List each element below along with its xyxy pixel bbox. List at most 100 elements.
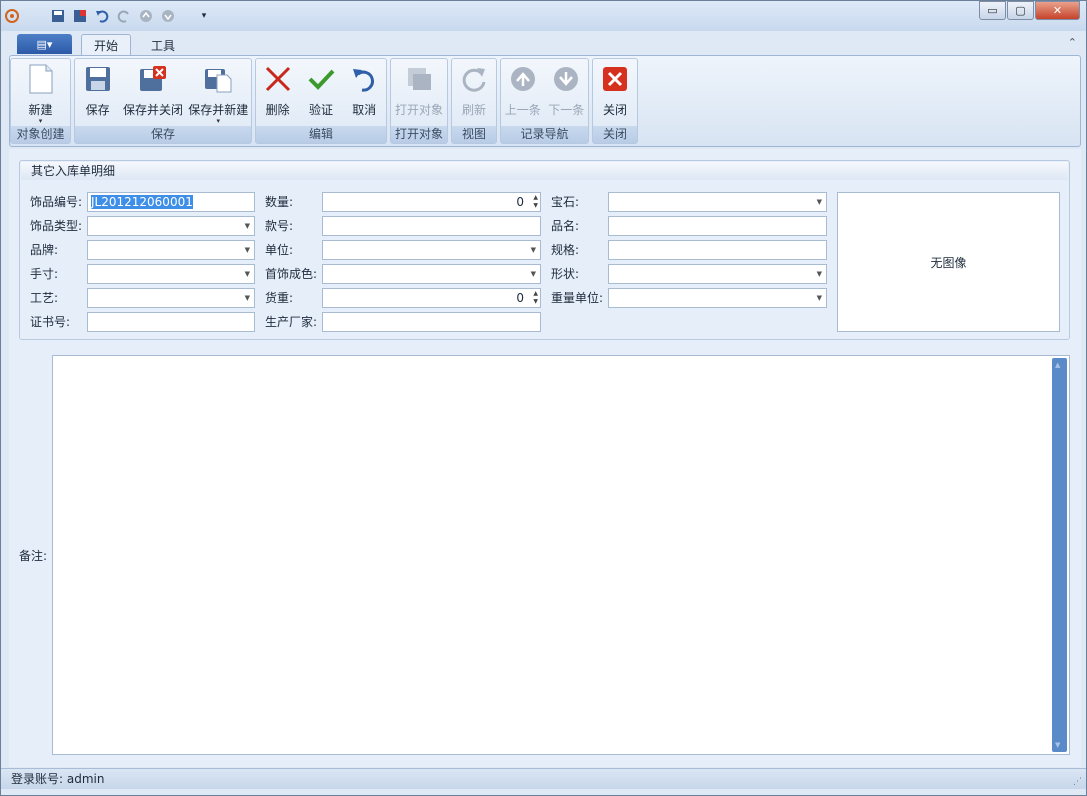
new-button[interactable]: 新建 ▾ xyxy=(21,59,61,127)
product-name-label: 品名: xyxy=(551,219,580,233)
save-new-dropdown-icon: ▾ xyxy=(216,117,221,125)
group-create: 新建 ▾ 对象创建 xyxy=(10,58,71,144)
validate-button[interactable]: 验证 xyxy=(301,59,341,127)
floppy-close-icon xyxy=(137,63,169,95)
chevron-down-icon: ▼ xyxy=(244,222,250,230)
item-code-input[interactable]: JL201212060001 xyxy=(87,192,255,212)
item-type-select[interactable]: ▼ xyxy=(87,216,255,236)
save-new-label: 保存并新建 xyxy=(188,103,249,117)
previous-record-button[interactable]: 上一条 xyxy=(503,59,543,127)
open-object-icon xyxy=(403,63,435,95)
cancel-button[interactable]: 取消 xyxy=(344,59,384,127)
tab-start[interactable]: 开始 xyxy=(81,34,132,56)
shape-select[interactable]: ▼ xyxy=(608,264,827,284)
group-save-title: 保存 xyxy=(75,126,251,143)
save-button[interactable]: 保存 xyxy=(78,59,118,127)
style-no-input[interactable] xyxy=(322,216,541,236)
no-image-text: 无图像 xyxy=(930,255,967,270)
hand-size-select[interactable]: ▼ xyxy=(87,264,255,284)
save-close-button[interactable]: 保存并关闭 xyxy=(123,59,183,127)
groupbox-title: 其它入库单明细 xyxy=(21,162,1068,180)
scroll-down-icon[interactable]: ▼ xyxy=(1055,741,1060,749)
undo-icon[interactable] xyxy=(93,7,111,25)
spin-arrows-icon[interactable]: ▲ ▼ xyxy=(533,290,538,306)
remark-label: 备注: xyxy=(19,549,48,563)
form-area: 其它入库单明细 饰品编号: JL201212060001 饰品类型: ▼ 品牌:… xyxy=(9,149,1081,767)
quantity-spinner[interactable]: 0 ▲ ▼ xyxy=(322,192,541,212)
close-window-button[interactable]: ✕ xyxy=(1035,1,1080,20)
gem-select[interactable]: ▼ xyxy=(608,192,827,212)
app-logo-icon[interactable] xyxy=(3,7,21,25)
remark-textarea[interactable]: ▲ ▼ xyxy=(52,355,1070,755)
scroll-up-icon[interactable]: ▲ xyxy=(1055,361,1060,369)
item-code-value: JL201212060001 xyxy=(91,195,193,209)
chevron-down-icon: ▼ xyxy=(244,270,250,278)
login-account-text: 登录账号: admin xyxy=(11,772,105,786)
maximize-button[interactable]: ▢ xyxy=(1007,1,1034,20)
tab-tools[interactable]: 工具 xyxy=(139,34,187,56)
save-close-icon[interactable] xyxy=(71,7,89,25)
group-view-title: 视图 xyxy=(452,126,496,143)
manufacturer-label: 生产厂家: xyxy=(265,315,318,329)
floppy-new-icon xyxy=(202,63,234,95)
group-edit-title: 编辑 xyxy=(256,126,386,143)
quantity-label: 数量: xyxy=(265,195,294,209)
save-close-label: 保存并关闭 xyxy=(122,103,183,117)
new-label: 新建 xyxy=(28,103,53,117)
refresh-icon xyxy=(458,63,490,95)
resize-grip-icon[interactable]: ⋰ xyxy=(1073,772,1082,792)
previous-record-label: 上一条 xyxy=(504,103,541,117)
spin-arrows-icon[interactable]: ▲ ▼ xyxy=(533,194,538,210)
customize-icon[interactable]: ▾ xyxy=(195,7,213,25)
cert-no-input[interactable] xyxy=(87,312,255,332)
purity-select[interactable]: ▼ xyxy=(322,264,541,284)
vertical-scrollbar[interactable]: ▲ ▼ xyxy=(1052,358,1067,752)
group-open: 打开对象 打开对象 xyxy=(390,58,448,144)
delete-button[interactable]: 删除 xyxy=(258,59,298,127)
group-close: 关闭 关闭 xyxy=(592,58,638,144)
chevron-down-icon: ▼ xyxy=(244,246,250,254)
app-window: ▾ ▭ ▢ ✕ ▤▾ 开始 工具 ⌃ 新建 ▾ 对象创建 保存 保存并关闭 保存… xyxy=(0,0,1087,796)
unit-select[interactable]: ▼ xyxy=(322,240,541,260)
minimize-button[interactable]: ▭ xyxy=(979,1,1006,20)
chevron-down-icon: ▼ xyxy=(530,270,536,278)
group-save: 保存 保存并关闭 保存并新建 ▾ 保存 xyxy=(74,58,252,144)
product-name-input[interactable] xyxy=(608,216,827,236)
item-type-label: 饰品类型: xyxy=(30,219,83,233)
close-button[interactable]: 关闭 xyxy=(595,59,635,127)
save-new-button[interactable]: 保存并新建 ▾ xyxy=(188,59,248,127)
spec-input[interactable] xyxy=(608,240,827,260)
gem-label: 宝石: xyxy=(551,195,580,209)
group-create-title: 对象创建 xyxy=(11,126,70,143)
goods-weight-spinner[interactable]: 0 ▲ ▼ xyxy=(322,288,541,308)
brand-select[interactable]: ▼ xyxy=(87,240,255,260)
collapse-ribbon-icon[interactable]: ⌃ xyxy=(1068,36,1077,49)
down-icon[interactable] xyxy=(159,7,177,25)
next-record-button[interactable]: 下一条 xyxy=(546,59,586,127)
group-close-title: 关闭 xyxy=(593,126,637,143)
up-icon[interactable] xyxy=(137,7,155,25)
window-controls: ▭ ▢ ✕ xyxy=(978,1,1080,20)
save-icon[interactable] xyxy=(49,7,67,25)
manufacturer-input[interactable] xyxy=(322,312,541,332)
goods-weight-value: 0 xyxy=(516,291,524,305)
quick-access-toolbar: ▾ xyxy=(3,4,217,28)
undo-arrow-icon xyxy=(348,63,380,95)
redo-icon[interactable] xyxy=(115,7,133,25)
hand-size-label: 手寸: xyxy=(30,267,59,281)
refresh-label: 刷新 xyxy=(461,103,486,117)
app-menu-button[interactable]: ▤▾ xyxy=(17,34,72,54)
cancel-label: 取消 xyxy=(352,103,377,117)
chevron-down-icon: ▼ xyxy=(816,294,822,302)
open-object-button[interactable]: 打开对象 xyxy=(395,59,443,127)
unit-label: 单位: xyxy=(265,243,294,257)
refresh-button[interactable]: 刷新 xyxy=(454,59,494,127)
ribbon: 新建 ▾ 对象创建 保存 保存并关闭 保存并新建 ▾ 保存 删除 验证 取消 编… xyxy=(9,55,1081,147)
save-label: 保存 xyxy=(85,103,110,117)
item-image-box[interactable]: 无图像 xyxy=(837,192,1060,332)
quantity-value: 0 xyxy=(516,195,524,209)
arrow-up-icon xyxy=(507,63,539,95)
craft-select[interactable]: ▼ xyxy=(87,288,255,308)
weight-unit-select[interactable]: ▼ xyxy=(608,288,827,308)
chevron-down-icon: ▼ xyxy=(244,294,250,302)
